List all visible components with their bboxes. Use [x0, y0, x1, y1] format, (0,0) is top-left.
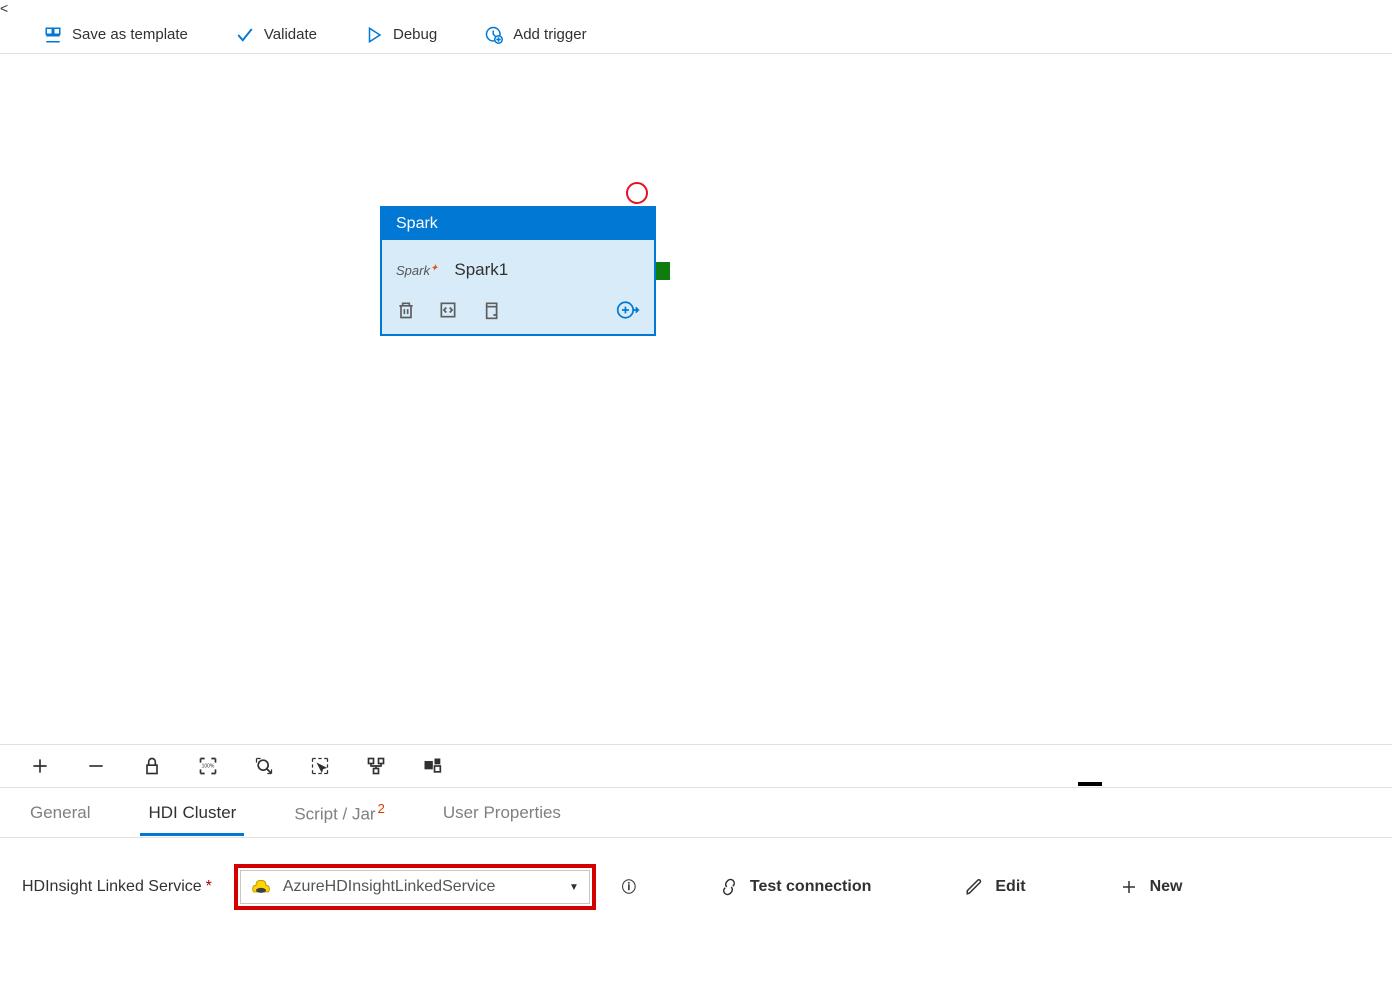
svg-text:100%: 100%: [202, 764, 215, 770]
spark-activity-node[interactable]: Spark Spark✦ Spark1: [380, 206, 656, 336]
info-icon[interactable]: ⓘ: [622, 877, 636, 897]
pencil-icon: [965, 878, 983, 896]
lock-icon[interactable]: [142, 756, 162, 776]
activity-name: Spark1: [454, 260, 508, 280]
activity-output-handle[interactable]: [656, 262, 670, 280]
validate-label: Validate: [264, 26, 317, 43]
hdi-cluster-panel: HDInsight Linked Service* AzureHDInsight…: [0, 838, 1392, 936]
tab-hdi-cluster[interactable]: HDI Cluster: [148, 791, 236, 835]
activity-type-header: Spark: [382, 208, 654, 240]
top-toolbar: Save as template Validate Debug Add trig…: [0, 16, 1392, 54]
code-icon[interactable]: [438, 300, 458, 320]
panel-drag-handle[interactable]: [1078, 782, 1102, 786]
linked-service-dropdown[interactable]: AzureHDInsightLinkedService ▼: [240, 870, 590, 904]
zoom-in-icon[interactable]: [30, 756, 50, 776]
zoom-fit-icon[interactable]: [254, 756, 274, 776]
hdinsight-icon: [251, 877, 271, 897]
linked-service-value: AzureHDInsightLinkedService: [283, 878, 496, 896]
properties-tabs: General HDI Cluster Script / Jar2 User P…: [0, 788, 1392, 838]
annotation-circle: [626, 182, 648, 204]
edit-label: Edit: [995, 878, 1025, 896]
tab-user-properties[interactable]: User Properties: [443, 791, 561, 835]
add-trigger-label: Add trigger: [513, 26, 586, 43]
spark-logo-icon: Spark✦: [396, 263, 438, 278]
mini-map-icon[interactable]: [422, 756, 442, 776]
linked-service-highlight: AzureHDInsightLinkedService ▼: [234, 864, 596, 910]
add-next-activity-icon[interactable]: [616, 298, 640, 322]
test-connection-button[interactable]: Test connection: [720, 878, 872, 896]
auto-align-icon[interactable]: [366, 756, 386, 776]
activity-actions: [382, 292, 654, 334]
zoom-out-icon[interactable]: [86, 756, 106, 776]
copy-icon[interactable]: [480, 300, 500, 320]
clock-plus-icon: [485, 26, 503, 44]
new-button[interactable]: New: [1120, 878, 1183, 896]
required-indicator: *: [206, 878, 212, 895]
plus-icon: [1120, 878, 1138, 896]
canvas-controls-toolbar: 100%: [0, 744, 1392, 788]
tab-script-jar[interactable]: Script / Jar2: [294, 789, 384, 837]
zoom-100-icon[interactable]: 100%: [198, 756, 218, 776]
validate-button[interactable]: Validate: [236, 26, 317, 44]
save-as-template-label: Save as template: [72, 26, 188, 43]
tab-script-jar-badge: 2: [378, 801, 385, 816]
debug-label: Debug: [393, 26, 437, 43]
add-trigger-button[interactable]: Add trigger: [485, 26, 586, 44]
edit-button[interactable]: Edit: [965, 878, 1025, 896]
test-connection-label: Test connection: [750, 878, 872, 896]
linked-service-label: HDInsight Linked Service*: [22, 878, 212, 896]
tab-general[interactable]: General: [30, 791, 90, 835]
select-area-icon[interactable]: [310, 756, 330, 776]
pipeline-canvas[interactable]: Spark Spark✦ Spark1: [0, 54, 1392, 744]
save-template-icon: [44, 26, 62, 44]
activity-body: Spark✦ Spark1: [382, 240, 654, 292]
save-as-template-button[interactable]: Save as template: [44, 26, 188, 44]
play-icon: [365, 26, 383, 44]
debug-button[interactable]: Debug: [365, 26, 437, 44]
checkmark-icon: [236, 26, 254, 44]
tab-script-jar-label: Script / Jar: [294, 804, 375, 823]
delete-icon[interactable]: [396, 300, 416, 320]
link-icon: [720, 878, 738, 896]
new-label: New: [1150, 878, 1183, 896]
dropdown-caret-icon: ▼: [569, 882, 579, 893]
